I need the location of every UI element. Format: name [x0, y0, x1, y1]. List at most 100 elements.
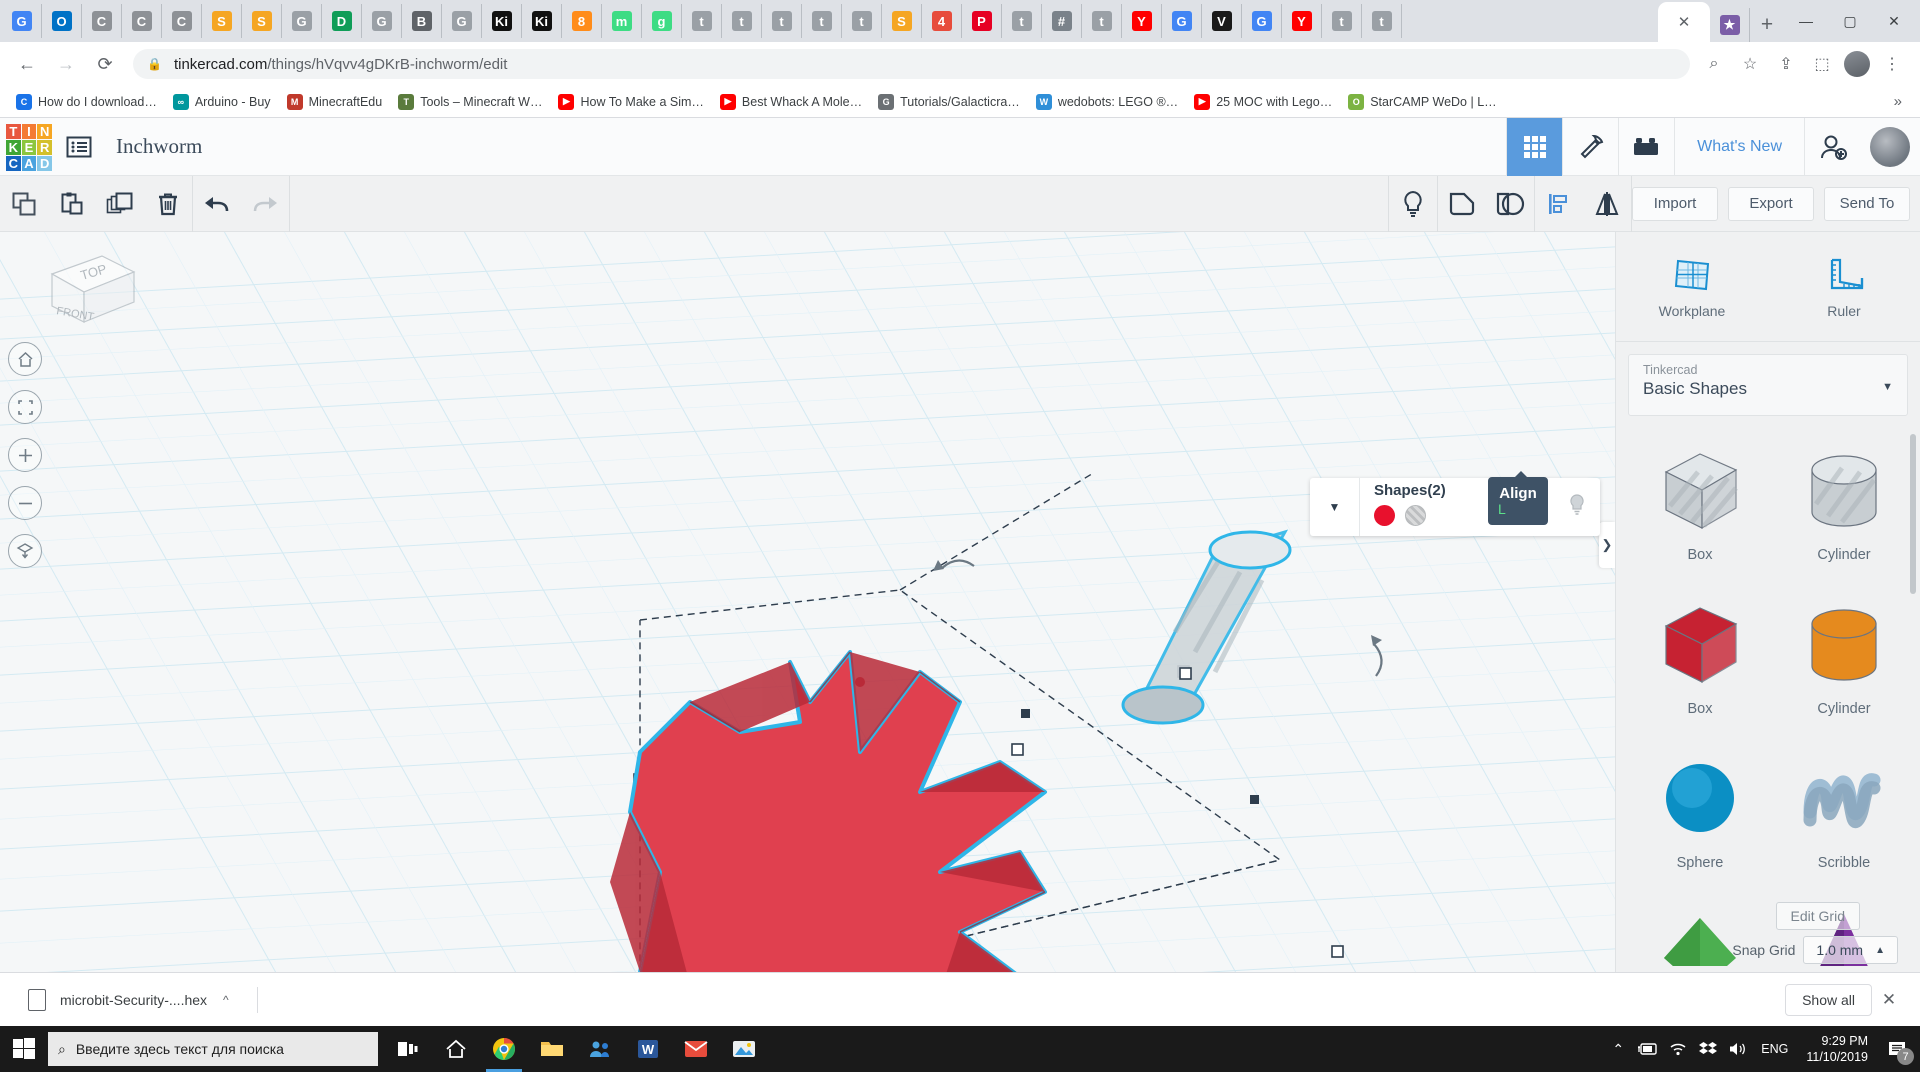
share-icon[interactable]: ⇪ [1769, 47, 1803, 81]
new-tab-button[interactable]: + [1750, 8, 1784, 42]
extension-icon[interactable]: ⬚ [1805, 47, 1839, 81]
close-window-icon[interactable]: ✕ [1872, 5, 1916, 37]
teams-app[interactable] [576, 1026, 624, 1072]
3d-canvas[interactable]: TOP FRONT ❯ [0, 232, 1615, 972]
close-icon[interactable]: ✕ [1872, 983, 1906, 1017]
active-tab-tinkercad[interactable]: ✕ [1658, 2, 1710, 42]
whats-new-link[interactable]: What's New [1674, 118, 1804, 176]
bookmark-item[interactable]: TTools – Minecraft W… [390, 89, 550, 115]
add-person-icon[interactable] [1804, 118, 1860, 176]
swatch-solid-red[interactable] [1374, 505, 1395, 526]
bookmark-item[interactable]: CHow do I download… [8, 89, 165, 115]
tab-messenger[interactable]: m [602, 4, 642, 38]
box-arrow-icon[interactable] [8, 534, 42, 568]
shape-item-box[interactable]: Box [1628, 588, 1772, 736]
tab-tab-green-1[interactable]: g [642, 4, 682, 38]
lightbulb-icon[interactable] [1389, 176, 1437, 232]
tab-globe-3[interactable]: G [442, 4, 482, 38]
bookmark-item[interactable]: ▶Best Whack A Mole… [712, 89, 870, 115]
bookmark-item[interactable]: ▶25 MOC with Lego… [1186, 89, 1340, 115]
tab-youtube-2[interactable]: Y [1282, 4, 1322, 38]
chevron-up-icon[interactable]: ^ [223, 993, 229, 1007]
fit-frame-icon[interactable] [8, 390, 42, 424]
redo-arrow-icon[interactable] [241, 176, 289, 232]
bookmark-item[interactable]: ∞Arduino - Buy [165, 89, 279, 115]
scrollbar[interactable] [1910, 434, 1916, 594]
close-icon[interactable]: ✕ [1678, 13, 1691, 31]
export-button[interactable]: Export [1728, 187, 1814, 221]
paste-button[interactable] [48, 176, 96, 232]
bookmark-item[interactable]: OStarCAMP WeDo | L… [1340, 89, 1504, 115]
show-hidden-icons-chevron[interactable]: ⌃ [1603, 1026, 1633, 1072]
bookmarks-overflow-button[interactable]: » [1884, 93, 1912, 110]
plus-icon[interactable] [8, 438, 42, 472]
tab-google-translate[interactable]: G [2, 4, 42, 38]
battery-charging-icon[interactable] [1633, 1026, 1663, 1072]
photos-app[interactable] [720, 1026, 768, 1072]
mail-app[interactable] [672, 1026, 720, 1072]
home-icon[interactable] [8, 342, 42, 376]
file-explorer-app[interactable] [528, 1026, 576, 1072]
tab-book[interactable]: B [402, 4, 442, 38]
tab-tab-gray-8[interactable]: t [1322, 4, 1362, 38]
profile-avatar[interactable] [1844, 51, 1870, 77]
address-bar[interactable]: 🔒 tinkercad.com/things/hVqvv4gDKrB-inchw… [133, 49, 1690, 79]
shape-item-box[interactable]: Box [1628, 434, 1772, 582]
shape-item-sphere[interactable]: Sphere [1628, 742, 1772, 890]
edit-grid-button[interactable]: Edit Grid [1776, 902, 1860, 930]
task-view-button[interactable] [384, 1026, 432, 1072]
group-shape-icon[interactable] [1438, 176, 1486, 232]
avatar[interactable] [1870, 127, 1910, 167]
chrome-app[interactable] [480, 1026, 528, 1072]
tab-channel4[interactable]: 4 [922, 4, 962, 38]
copy-button[interactable] [0, 176, 48, 232]
forward-icon[interactable]: → [49, 47, 83, 81]
tab-code-org-2[interactable]: C [122, 4, 162, 38]
star-icon[interactable]: ☆ [1733, 47, 1767, 81]
send-to-button[interactable]: Send To [1824, 187, 1910, 221]
volume-icon[interactable] [1723, 1026, 1753, 1072]
tab-kitronik-2[interactable]: Ki [522, 4, 562, 38]
tab-tab-gray-3[interactable]: t [762, 4, 802, 38]
chrome-menu-icon[interactable]: ⋮ [1875, 47, 1909, 81]
ungroup-shape-icon[interactable] [1486, 176, 1534, 232]
tab-code-org-3[interactable]: C [162, 4, 202, 38]
swatch-hole-hatched[interactable] [1405, 505, 1426, 526]
tab-scratch-user-3[interactable]: S [882, 4, 922, 38]
duplicate-button[interactable] [96, 176, 144, 232]
dropbox-icon[interactable] [1693, 1026, 1723, 1072]
reload-icon[interactable]: ⟳ [88, 47, 122, 81]
tab-tab-gray-2[interactable]: t [722, 4, 762, 38]
shape-item-cylinder[interactable]: Cylinder [1772, 434, 1916, 582]
tab-kitronik-1[interactable]: Ki [482, 4, 522, 38]
page-title[interactable]: Inchworm [116, 134, 202, 159]
ruler-tool[interactable]: Ruler [1768, 232, 1920, 341]
tab-code-org-1[interactable]: C [82, 4, 122, 38]
minus-icon[interactable] [8, 486, 42, 520]
tab-tab-gray-5[interactable]: t [842, 4, 882, 38]
tab-google-2[interactable]: G [1242, 4, 1282, 38]
codeblocks-tab[interactable] [1562, 118, 1618, 176]
tab-vimeo[interactable]: V [1202, 4, 1242, 38]
tab-youtube-1[interactable]: Y [1122, 4, 1162, 38]
home-app[interactable] [432, 1026, 480, 1072]
tab-tab-gray-4[interactable]: t [802, 4, 842, 38]
mirror-icon[interactable] [1583, 176, 1631, 232]
align-icon[interactable] [1535, 176, 1583, 232]
show-all-button[interactable]: Show all [1785, 984, 1872, 1016]
tab-scratch-user-2[interactable]: S [242, 4, 282, 38]
taskbar-search-input[interactable]: ⌕ Введите здесь текст для поиска [48, 1032, 378, 1066]
maximize-icon[interactable]: ▢ [1828, 5, 1872, 37]
tab-tab-grid[interactable]: # [1042, 4, 1082, 38]
download-item[interactable]: microbit-Security-....hex ^ [14, 983, 243, 1017]
back-icon[interactable]: ← [10, 47, 44, 81]
notifications-button[interactable]: 7 [1878, 1026, 1916, 1072]
tab-google-drive[interactable]: D [322, 4, 362, 38]
bricks-tab[interactable] [1618, 118, 1674, 176]
snap-grid-dropdown[interactable]: 1.0 mm ▲ [1803, 936, 1898, 964]
zoom-icon[interactable]: ⌕ [1697, 47, 1731, 81]
tinkercad-logo[interactable]: TINKERCAD [6, 124, 52, 170]
tab-scratch-cat[interactable]: 8 [562, 4, 602, 38]
undo-arrow-icon[interactable] [193, 176, 241, 232]
tab-tab-gray-9[interactable]: t [1362, 4, 1402, 38]
